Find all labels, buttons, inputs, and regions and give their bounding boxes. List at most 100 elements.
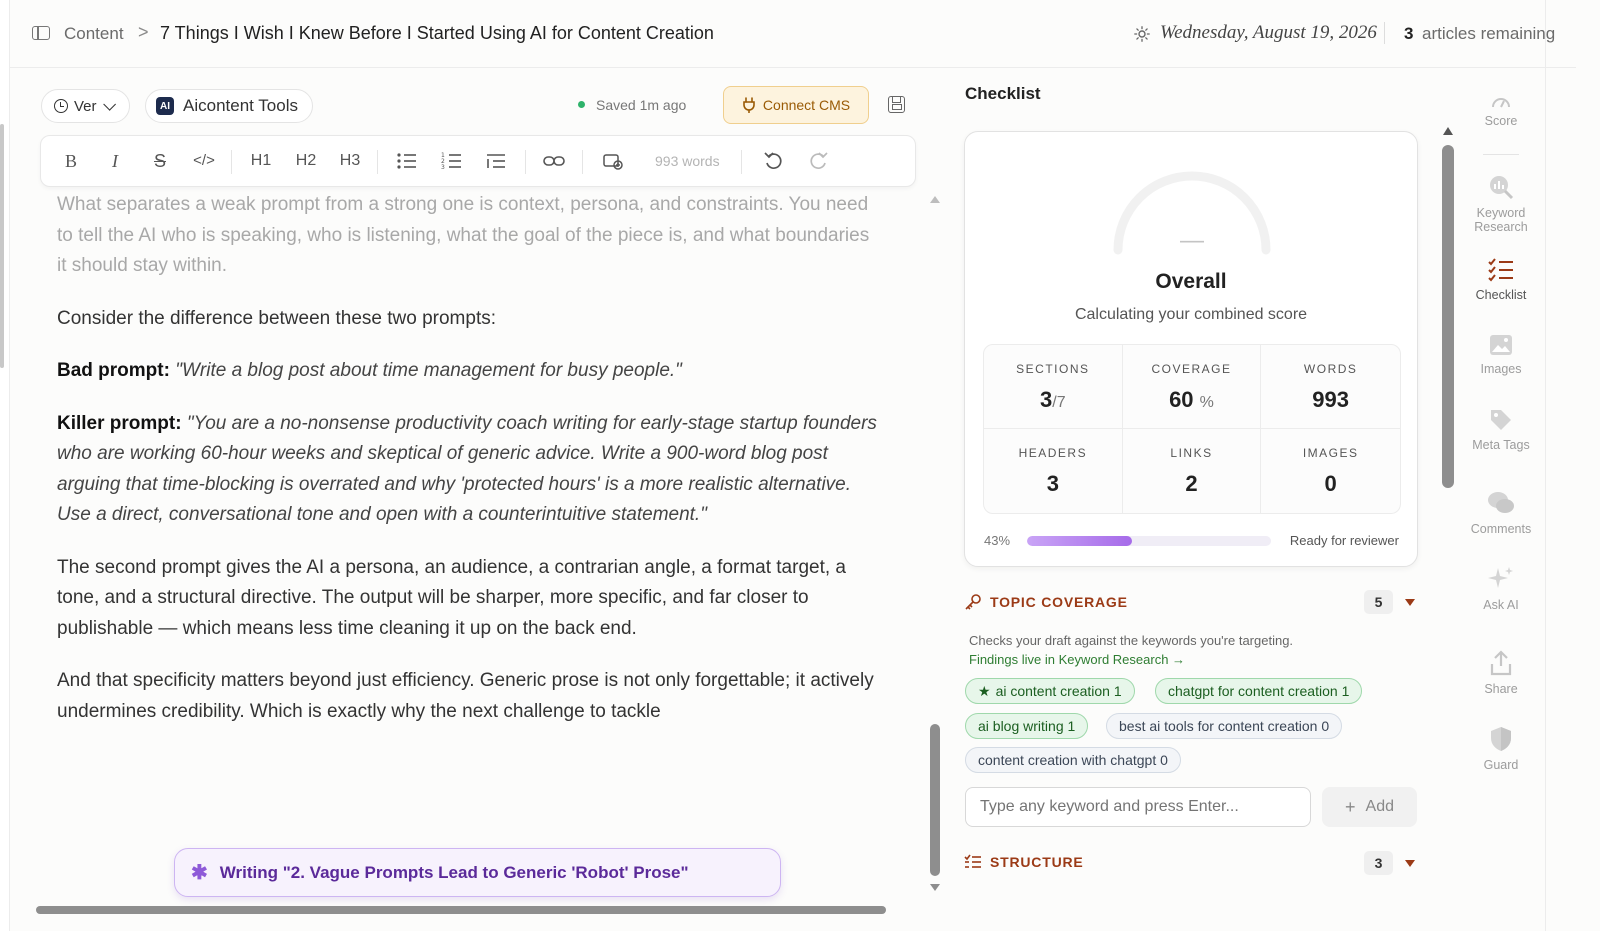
rail-divider (1483, 154, 1519, 155)
rail-guard[interactable]: Guard (1465, 726, 1537, 772)
heading3-button[interactable]: H3 (336, 150, 364, 172)
add-keyword-button[interactable]: + Add (1322, 787, 1417, 827)
history-icon (54, 99, 68, 113)
bullet-list-icon[interactable] (393, 151, 421, 171)
breadcrumb-root[interactable]: Content (64, 24, 124, 44)
italic-button[interactable]: I (101, 150, 129, 172)
editor-paragraph: What separates a weak prompt from a stro… (57, 194, 870, 276)
share-icon (1490, 650, 1512, 676)
stat-images: IMAGES 0 (1302, 446, 1359, 496)
checklist-icon (1488, 258, 1513, 282)
sparkle-icon: ✱ (191, 862, 208, 884)
editor-paragraph: Consider the difference between these tw… (57, 307, 497, 329)
bad-prompt-label: Bad prompt: (57, 360, 170, 381)
version-dropdown[interactable]: Ver (41, 89, 130, 123)
strikethrough-button[interactable]: S (146, 150, 174, 172)
keyword-chip[interactable]: ★ ai content creation 1 (965, 678, 1135, 704)
rail-images[interactable]: Images (1465, 334, 1537, 376)
keyword-chip[interactable]: chatgpt for content creation 1 (1155, 678, 1363, 704)
ready-for-reviewer-label: Ready for reviewer (1289, 533, 1399, 548)
killer-prompt-paragraph: Killer prompt: "You are a no-nonsense pr… (57, 409, 877, 531)
review-progress-fill (1027, 536, 1132, 546)
editor-scroll-up-arrow[interactable] (930, 196, 940, 203)
current-date: Wednesday, August 19, 2026 (1160, 22, 1377, 43)
sidebar-toggle-icon[interactable] (32, 26, 50, 40)
code-button[interactable]: </> (190, 150, 218, 172)
structure-list-icon (964, 854, 981, 868)
breadcrumb-article-title: 7 Things I Wish I Knew Before I Started … (160, 23, 714, 43)
numbered-list-icon[interactable]: 123 (438, 151, 466, 171)
save-icon[interactable] (888, 96, 905, 113)
tag-icon (1491, 410, 1511, 430)
panel-scroll-up-arrow[interactable] (1443, 127, 1453, 135)
format-toolbar: B I S </> H1 H2 H3 123 993 words (40, 135, 916, 187)
saved-status: Saved 1m ago (596, 97, 687, 113)
left-edge-scroll-indicator (0, 124, 4, 368)
indent-list-icon[interactable] (482, 151, 510, 171)
toolbar-divider (377, 150, 378, 174)
connect-cms-button[interactable]: Connect CMS (723, 86, 869, 124)
writing-status-banner: ✱ Writing "2. Vague Prompts Lead to Gene… (174, 848, 781, 897)
bold-button[interactable]: B (57, 150, 85, 172)
stat-coverage: COVERAGE 60 % (1122, 345, 1262, 429)
aicontent-logo-icon: AI (156, 97, 174, 115)
overall-score-card: — Overall Calculating your combined scor… (964, 131, 1418, 567)
stat-sections: SECTIONS 3/7 (984, 345, 1123, 429)
toolbar-divider (525, 150, 526, 174)
shield-icon (1491, 727, 1511, 751)
topic-coverage-header[interactable]: TOPIC COVERAGE (964, 593, 1128, 611)
app-left-edge (0, 0, 10, 931)
star-icon: ★ (978, 682, 991, 699)
svg-text:—: — (1180, 227, 1204, 254)
sparkle-icon (1488, 567, 1513, 588)
editor-content[interactable]: What separates a weak prompt from a stro… (57, 190, 877, 749)
top-bar: Content > 7 Things I Wish I Knew Before … (10, 0, 1576, 68)
key-icon (965, 594, 981, 610)
aicontent-tools-button[interactable]: AI Aicontent Tools (145, 89, 313, 123)
version-label: Ver (74, 97, 97, 115)
image-icon (1490, 335, 1512, 355)
keyword-chip[interactable]: ai blog writing 1 (965, 713, 1089, 739)
bad-prompt-paragraph: Bad prompt: "Write a blog post about tim… (57, 356, 877, 387)
keyword-input[interactable] (965, 787, 1311, 827)
stat-words: WORDS 993 (1261, 345, 1400, 429)
heading2-button[interactable]: H2 (292, 150, 320, 172)
keyword-research-link[interactable]: Findings live in Keyword Research → (969, 652, 1185, 667)
rail-comments[interactable]: Comments (1465, 490, 1537, 536)
rail-ask-ai[interactable]: Ask AI (1465, 566, 1537, 612)
articles-remaining-count: 3 (1404, 24, 1414, 43)
killer-prompt-label: Killer prompt: (57, 412, 182, 434)
heading1-button[interactable]: H1 (247, 150, 275, 172)
breadcrumb-separator: > (138, 22, 149, 42)
structure-count: 3 (1364, 851, 1393, 875)
saved-status-dot (578, 101, 585, 108)
structure-header[interactable]: STRUCTURE (964, 854, 1084, 870)
topic-coverage-caret-icon[interactable] (1405, 599, 1415, 606)
editor-scroll-down-arrow[interactable] (930, 884, 940, 891)
undo-icon[interactable] (760, 150, 788, 172)
right-rail-edge (1545, 0, 1546, 931)
rail-keyword-research[interactable]: Keyword Research (1465, 174, 1537, 234)
stat-headers: HEADERS 3 (984, 429, 1123, 513)
editor-horizontal-scrollbar[interactable] (36, 906, 886, 914)
overall-label: Overall (1155, 270, 1227, 293)
overall-subtitle: Calculating your combined score (1074, 306, 1308, 323)
editor-paragraph: And that specificity matters beyond just… (57, 670, 874, 722)
rail-meta-tags[interactable]: Meta Tags (1465, 408, 1537, 452)
editor-scrollbar-thumb[interactable] (930, 724, 940, 876)
sun-icon (1134, 26, 1150, 42)
toolbar-divider (582, 150, 583, 174)
topic-coverage-count: 5 (1364, 590, 1393, 614)
link-icon[interactable] (540, 151, 568, 171)
rail-score[interactable]: Score (1465, 96, 1537, 128)
rail-share[interactable]: Share (1465, 650, 1537, 696)
structure-caret-icon[interactable] (1405, 860, 1415, 867)
keyword-chip[interactable]: content creation with chatgpt 0 (965, 747, 1181, 773)
rail-checklist[interactable]: Checklist (1465, 258, 1537, 302)
redo-icon[interactable] (804, 150, 832, 172)
insert-image-icon[interactable] (599, 151, 627, 171)
keyword-chip[interactable]: best ai tools for content creation 0 (1106, 713, 1343, 739)
bad-prompt-text: "Write a blog post about time management… (175, 360, 682, 381)
panel-scrollbar-thumb[interactable] (1442, 145, 1454, 488)
stats-grid: SECTIONS 3/7 COVERAGE 60 % WORDS 993 HEA… (983, 344, 1401, 514)
